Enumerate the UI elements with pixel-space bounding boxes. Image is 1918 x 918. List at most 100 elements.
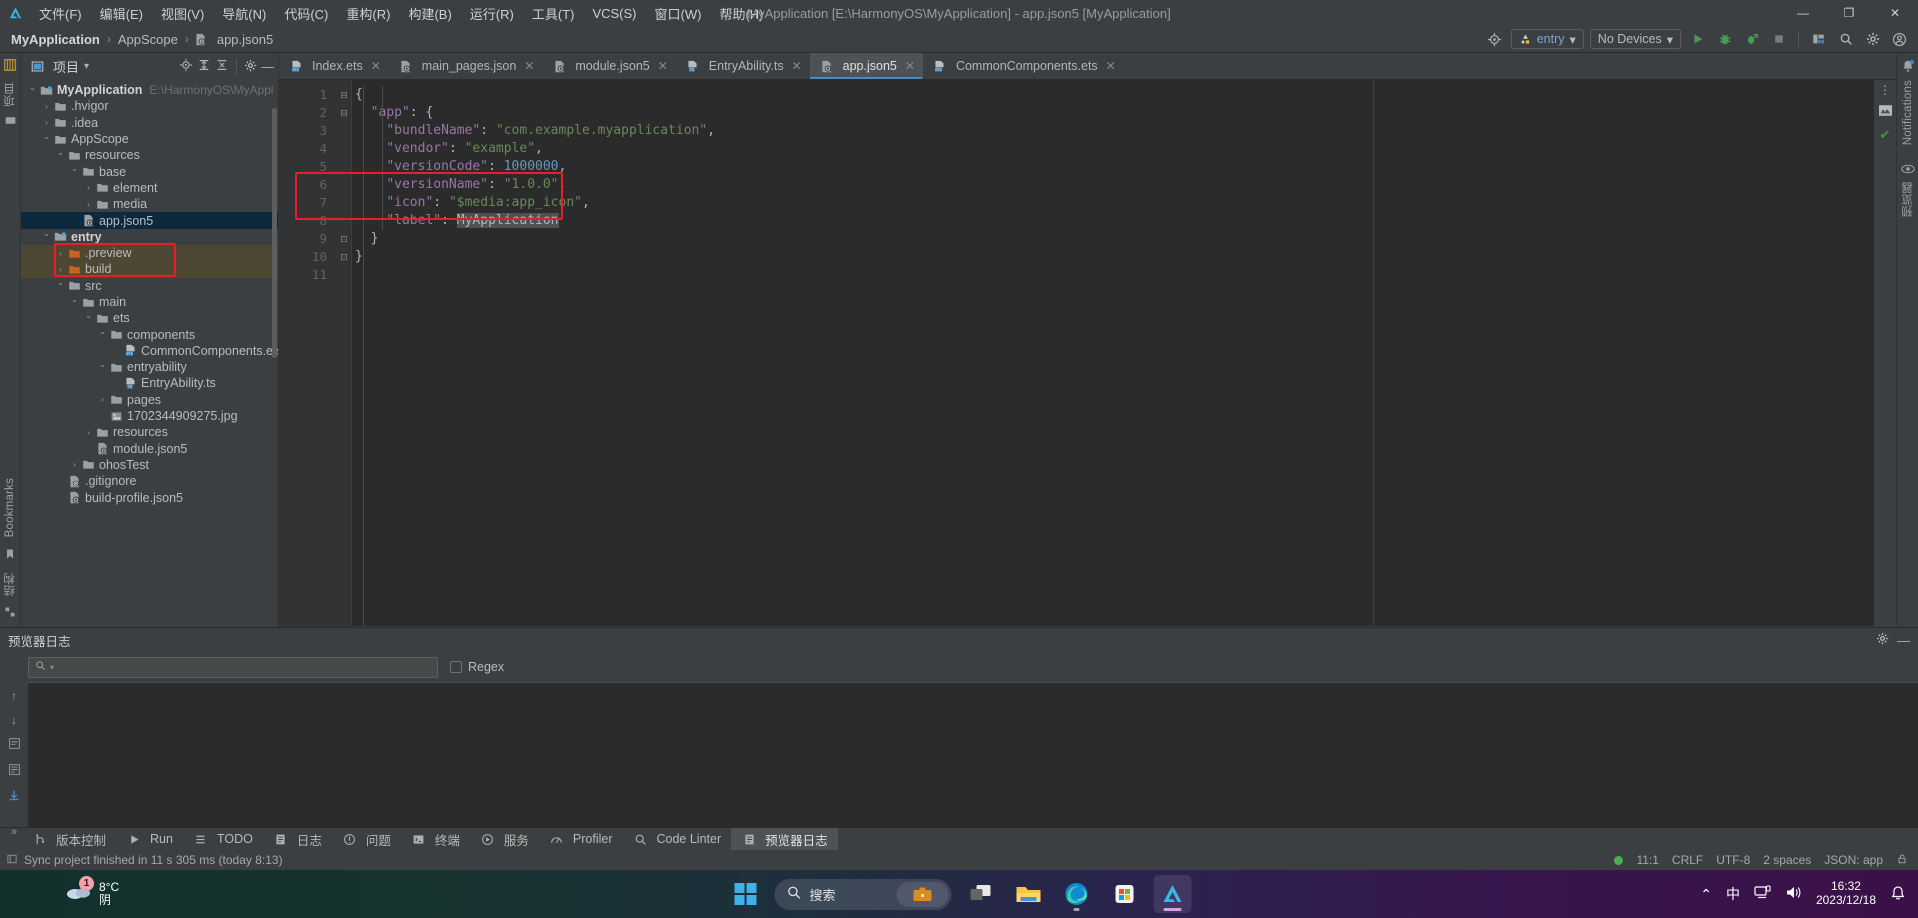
tree-node--gitignore[interactable]: .gitignore (21, 473, 278, 489)
bottom-tab-todo[interactable]: TODO (183, 828, 263, 850)
bottom-tab-终端[interactable]: 终端 (401, 828, 470, 850)
fold-marker[interactable]: ⊟ (337, 86, 351, 104)
regex-checkbox[interactable]: Regex (450, 660, 504, 674)
collapse-all-icon[interactable] (215, 58, 229, 75)
inspection-ok-icon[interactable]: ✔ (1880, 127, 1891, 143)
debug-icon[interactable] (1714, 29, 1735, 49)
tree-node-entryability-ts[interactable]: TS EntryAbility.ts (21, 375, 278, 391)
bottom-tab-版本控制[interactable]: 版本控制 (22, 828, 116, 850)
locate-file-icon[interactable] (179, 58, 193, 75)
editor-tab-entryability-ts[interactable]: TS EntryAbility.ts ✕ (676, 53, 810, 79)
microsoft-store-button[interactable] (1106, 875, 1144, 913)
menu-tools[interactable]: 工具(T) (523, 2, 584, 25)
scroll-down-icon[interactable]: ↓ (11, 713, 17, 727)
tree-node-pages[interactable]: › pages (21, 392, 278, 408)
log-output-area[interactable]: ↑ ↓ » (0, 682, 1918, 838)
code-content[interactable]: { "app": { "bundleName": "com.example.my… (351, 80, 1896, 627)
code-line[interactable]: "app": { (351, 104, 1896, 122)
search-dropdown-caret[interactable]: ▾ (50, 663, 54, 672)
gear-icon[interactable] (1862, 29, 1883, 49)
hide-panel-icon[interactable]: — (1897, 634, 1910, 647)
tree-scrollbar[interactable] (272, 108, 277, 358)
menu-window[interactable]: 窗口(W) (646, 2, 711, 25)
stop-icon[interactable] (1768, 29, 1789, 49)
file-explorer-button[interactable] (1010, 875, 1048, 913)
menu-code[interactable]: 代码(C) (275, 2, 337, 25)
fold-marker[interactable]: ⊡ (337, 230, 351, 248)
chevron-toggle-icon[interactable]: ⌄ (55, 148, 66, 157)
bottom-tab-日志[interactable]: 日志 (263, 828, 332, 850)
chevron-toggle-icon[interactable]: › (41, 102, 52, 111)
caret-position[interactable]: 11:1 (1636, 853, 1658, 867)
editor-tab-main-pages-json[interactable]: main_pages.json ✕ (389, 53, 543, 79)
menu-refactor[interactable]: 重构(R) (337, 2, 399, 25)
menu-navigate[interactable]: 导航(N) (213, 2, 275, 25)
breadcrumb[interactable]: MyApplication › AppScope › app.json5 (8, 31, 276, 48)
menu-run[interactable]: 运行(R) (461, 2, 523, 25)
bookmarks-tool-label[interactable]: Bookmarks (4, 478, 16, 537)
tree-node-entry[interactable]: ⌄ entry (21, 229, 278, 245)
chevron-down-icon[interactable]: ▾ (84, 61, 89, 72)
maximize-button[interactable]: ❐ (1826, 0, 1872, 26)
minimize-button[interactable]: — (1780, 0, 1826, 26)
close-icon[interactable]: ✕ (905, 59, 915, 73)
tree-node-appscope[interactable]: ⌄ AppScope (21, 131, 278, 147)
run-icon[interactable] (1687, 29, 1708, 49)
tree-node-1702344909275-jpg[interactable]: 1702344909275.jpg (21, 408, 278, 424)
device-manager-icon[interactable] (1808, 29, 1829, 49)
tree-node-src[interactable]: ⌄ src (21, 278, 278, 294)
bottom-tab-bar[interactable]: 版本控制 Run TODO 日志 问题 终端 服务 Profiler Code Linter 预览… (0, 827, 1918, 850)
chevron-toggle-icon[interactable]: ⌄ (55, 278, 66, 287)
chevron-toggle-icon[interactable]: ⌄ (27, 83, 38, 92)
tree-node-ets[interactable]: ⌄ ets (21, 310, 278, 326)
tree-node-resources[interactable]: ⌄ resources (21, 147, 278, 163)
chevron-toggle-icon[interactable]: ⌄ (41, 132, 52, 141)
chevron-toggle-icon[interactable]: ⌄ (69, 164, 80, 173)
soft-wrap-icon[interactable] (8, 737, 21, 753)
menu-help[interactable]: 帮助(H) (710, 2, 772, 25)
editor-area[interactable]: 1 2 3 4 5 6 7 8 9 10 11 ⊟ ⊟ ⊡ ⊡ {"app":… (279, 80, 1896, 627)
bookmark-icon[interactable] (4, 548, 16, 563)
code-line[interactable]: } (351, 230, 1896, 248)
close-button[interactable]: ✕ (1872, 0, 1918, 26)
code-line[interactable] (351, 266, 1896, 284)
target-icon[interactable] (1484, 29, 1505, 49)
previewer-label[interactable]: 预览器 (1900, 182, 1916, 217)
tree-node-build-profile-json5[interactable]: build-profile.json5 (21, 489, 278, 505)
tree-node-media[interactable]: › media (21, 196, 278, 212)
code-line[interactable]: "vendor": "example", (351, 140, 1896, 158)
code-line[interactable]: } (351, 248, 1896, 266)
status-event-icon[interactable] (6, 853, 18, 868)
gear-icon[interactable] (1876, 632, 1889, 648)
menu-bar[interactable]: 文件(F) 编辑(E) 视图(V) 导航(N) 代码(C) 重构(R) 构建(B… (30, 2, 772, 25)
tree-node-entryability[interactable]: ⌄ entryability (21, 359, 278, 375)
editor-tab-index-ets[interactable]: ETS Index.ets ✕ (279, 53, 389, 79)
bottom-tab-预览器日志[interactable]: 预览器日志 (731, 828, 838, 850)
clear-log-icon[interactable] (8, 763, 21, 779)
file-encoding[interactable]: UTF-8 (1716, 853, 1750, 867)
chevron-toggle-icon[interactable]: › (41, 118, 52, 127)
gear-icon[interactable] (244, 59, 257, 75)
breadcrumb-item-appscope[interactable]: AppScope (115, 31, 181, 48)
volume-icon[interactable] (1785, 885, 1802, 903)
start-button[interactable] (727, 875, 765, 913)
editor-tab-commoncomponents-ets[interactable]: ETS CommonComponents.ets ✕ (923, 53, 1124, 79)
tree-node--idea[interactable]: › .idea (21, 115, 278, 131)
close-icon[interactable]: ✕ (658, 59, 668, 73)
tree-node-module-json5[interactable]: module.json5 (21, 441, 278, 457)
device-selector[interactable]: No Devices ▾ (1589, 29, 1681, 49)
tree-node-components[interactable]: ⌄ components (21, 326, 278, 342)
tree-node-ohostest[interactable]: › ohosTest (21, 457, 278, 473)
tree-node--preview[interactable]: › .preview (21, 244, 278, 262)
lock-icon[interactable] (1896, 853, 1908, 868)
code-line[interactable]: "icon": "$media:app_icon", (351, 194, 1896, 212)
breadcrumb-item-project[interactable]: MyApplication (8, 31, 103, 48)
preview-eye-icon[interactable] (1900, 163, 1915, 178)
chevron-toggle-icon[interactable]: › (55, 249, 66, 258)
code-line[interactable]: { (351, 86, 1896, 104)
tree-node-app-json5[interactable]: app.json5 (21, 212, 278, 229)
network-icon[interactable] (1754, 885, 1771, 903)
code-line[interactable]: "versionCode": 1000000, (351, 158, 1896, 176)
chevron-toggle-icon[interactable]: › (83, 200, 94, 209)
fold-marker[interactable]: ⊟ (337, 104, 351, 122)
